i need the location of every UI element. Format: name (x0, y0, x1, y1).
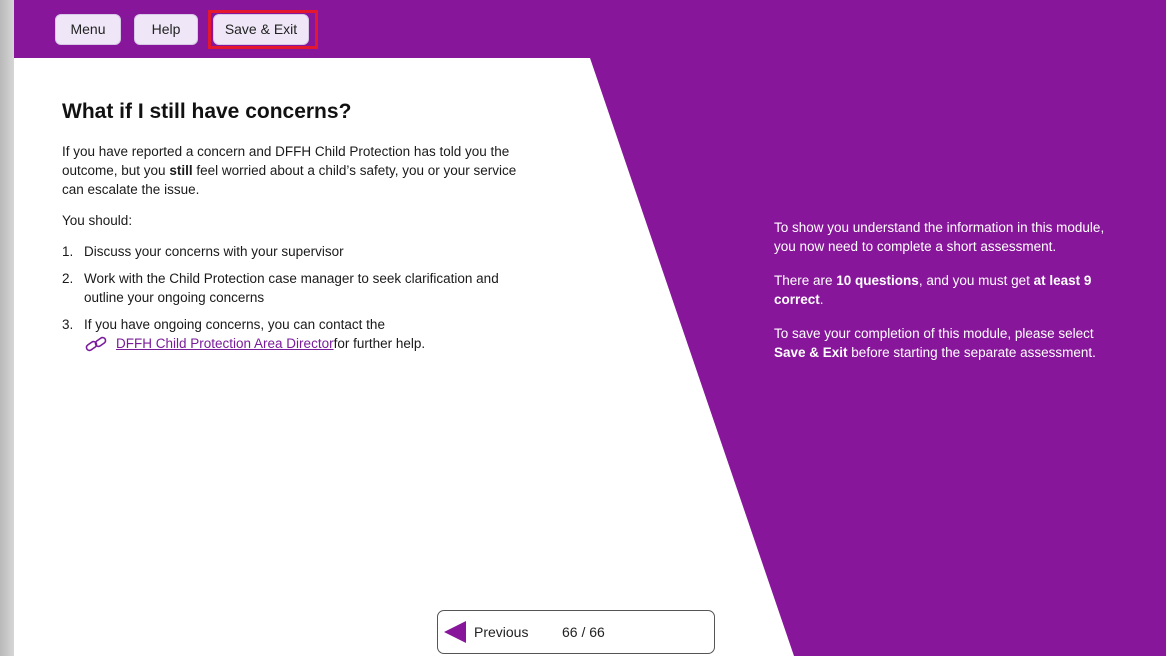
menu-button[interactable]: Menu (55, 14, 121, 45)
intro-bold-text: still (169, 163, 193, 178)
area-director-link[interactable]: DFFH Child Protection Area Director (116, 334, 334, 353)
list-number: 1. (62, 244, 74, 259)
save-instructions: To save your completion of this module, … (774, 324, 1114, 362)
list-item: 2. Work with the Child Protection case m… (62, 269, 532, 307)
assessment-requirements: There are 10 questions, and you must get… (774, 271, 1114, 309)
window-frame: Menu Help Save & Exit What if I still ha… (0, 0, 1166, 656)
page-title: What if I still have concerns? (62, 100, 352, 123)
question-count: 10 questions (836, 273, 919, 288)
previous-button[interactable]: Previous (444, 619, 528, 645)
steps-list: 1. Discuss your concerns with your super… (62, 242, 532, 358)
help-button[interactable]: Help (134, 14, 198, 45)
requirements-text-2: , and you must get (918, 273, 1034, 288)
intro-paragraph: If you have reported a concern and DFFH … (62, 142, 532, 199)
list-item: 3. If you have ongoing concerns, you can… (62, 315, 532, 358)
assessment-info-panel: To show you understand the information i… (774, 218, 1114, 377)
page-counter: 66 / 66 (562, 624, 605, 640)
top-navigation-bar: Menu Help Save & Exit (14, 0, 1166, 58)
save-text-2: before starting the separate assessment. (847, 345, 1096, 360)
save-exit-reference: Save & Exit (774, 345, 848, 360)
link-row: DFFH Child Protection Area Director for … (84, 334, 425, 353)
requirements-text-3: . (819, 292, 824, 307)
list-text: If you have ongoing concerns, you can co… (84, 317, 385, 332)
previous-arrow-icon (444, 621, 466, 643)
previous-label: Previous (474, 624, 529, 640)
list-text: Work with the Child Protection case mana… (84, 271, 499, 305)
list-text: Discuss your concerns with your supervis… (84, 244, 344, 259)
you-should-label: You should: (62, 213, 133, 228)
list-item: 1. Discuss your concerns with your super… (62, 242, 532, 261)
link-icon (85, 336, 107, 351)
left-border (0, 0, 14, 656)
link-suffix-text: for further help. (333, 336, 426, 351)
slide-stage: Menu Help Save & Exit What if I still ha… (14, 0, 1166, 656)
main-content: What if I still have concerns? If you ha… (62, 100, 532, 366)
save-text-1: To save your completion of this module, … (774, 326, 1094, 341)
assessment-intro: To show you understand the information i… (774, 220, 1105, 254)
list-number: 3. (62, 317, 74, 332)
pagination-bar: Previous 66 / 66 (437, 610, 715, 654)
requirements-text-1: There are (774, 273, 837, 288)
save-exit-button[interactable]: Save & Exit (213, 14, 309, 45)
list-number: 2. (62, 271, 74, 286)
